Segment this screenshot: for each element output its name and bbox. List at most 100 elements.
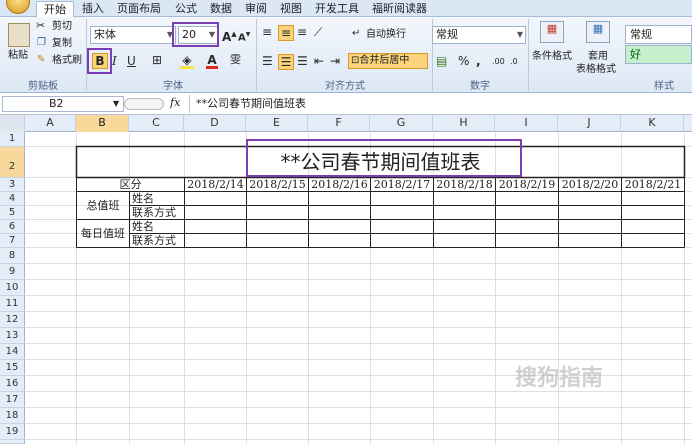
row-header-5[interactable]: 5 [0, 206, 25, 220]
office-button[interactable] [6, 0, 30, 14]
tab-data[interactable]: 数据 [210, 1, 232, 17]
tab-formulas[interactable]: 公式 [175, 1, 197, 17]
underline-button[interactable]: U [127, 54, 136, 68]
orientation-icon[interactable]: ⟋ [314, 25, 322, 39]
decrease-decimal-icon[interactable]: .0 [510, 55, 518, 69]
align-top-icon[interactable]: ≡ [262, 25, 272, 39]
column-header-e[interactable]: E [246, 115, 308, 132]
date-cell[interactable]: 2018/2/19 [496, 178, 558, 191]
tab-insert[interactable]: 插入 [82, 1, 104, 17]
name-label-cell[interactable]: 姓名 [132, 220, 184, 233]
column-header-i[interactable]: I [495, 115, 558, 132]
merge-center-button[interactable]: ⊡合并后居中 [348, 53, 428, 69]
column-header-h[interactable]: H [433, 115, 495, 132]
tab-view[interactable]: 视图 [280, 1, 302, 17]
contact-label-cell[interactable]: 联系方式 [132, 206, 184, 219]
row-header-9[interactable]: 9 [0, 264, 25, 280]
row-header-3[interactable]: 3 [0, 178, 25, 192]
row-header-10[interactable]: 10 [0, 280, 25, 296]
style-normal[interactable]: 常规 [625, 25, 692, 44]
format-painter-button[interactable]: 格式刷 [52, 55, 82, 67]
align-bottom-icon[interactable]: ≡ [297, 25, 307, 39]
date-cell[interactable]: 2018/2/18 [434, 178, 495, 191]
wrap-text-button[interactable]: 自动换行 [366, 29, 406, 41]
row-header-7[interactable]: 7 [0, 234, 25, 248]
comma-button[interactable]: , [476, 54, 481, 68]
increase-decimal-icon[interactable]: .00 [492, 55, 505, 69]
style-good[interactable]: 好 [625, 45, 692, 64]
group-label-cell[interactable]: 每日值班 [77, 220, 129, 248]
column-header-k[interactable]: K [621, 115, 684, 132]
copy-button[interactable]: 复制 [52, 38, 72, 50]
name-label-cell[interactable]: 姓名 [132, 192, 184, 205]
increase-indent-icon[interactable]: ⇥ [330, 54, 340, 68]
font-color-button[interactable]: A [206, 53, 218, 69]
align-center-icon[interactable]: ☰ [278, 54, 294, 70]
row-header-20[interactable]: 20 [0, 440, 25, 444]
row-header-15[interactable]: 15 [0, 360, 25, 376]
tab-home[interactable]: 开始 [36, 1, 74, 17]
column-header-b[interactable]: B [76, 115, 129, 132]
formula-bar: B2 ▼ fx **公司春节期间值班表 [0, 93, 692, 115]
column-header-f[interactable]: F [308, 115, 370, 132]
select-all-corner[interactable] [0, 115, 25, 132]
fx-icon[interactable]: fx [170, 96, 180, 109]
font-name-select[interactable]: 宋体 ▼ [90, 26, 176, 44]
row-header-19[interactable]: 19 [0, 424, 25, 440]
date-cell[interactable]: 2018/2/21 [622, 178, 684, 191]
column-header-c[interactable]: C [129, 115, 184, 132]
tab-foxit-reader[interactable]: 福昕阅读器 [372, 1, 427, 17]
paste-icon[interactable] [8, 23, 30, 47]
paste-button[interactable]: 粘贴 [8, 50, 28, 62]
date-cell[interactable]: 2018/2/17 [371, 178, 433, 191]
align-middle-icon[interactable]: ≡ [278, 25, 294, 41]
shrink-font-button[interactable]: A▼ [238, 28, 250, 45]
row-header-8[interactable]: 8 [0, 248, 25, 264]
currency-icon[interactable]: ▤ [436, 54, 447, 68]
tab-review[interactable]: 审阅 [245, 1, 267, 17]
date-cell[interactable]: 2018/2/14 [185, 178, 246, 191]
row-header-17[interactable]: 17 [0, 392, 25, 408]
contact-label-cell[interactable]: 联系方式 [132, 234, 184, 247]
row-header-14[interactable]: 14 [0, 344, 25, 360]
column-header-j[interactable]: J [558, 115, 621, 132]
borders-icon[interactable]: ⊞ [152, 53, 162, 67]
column-header-a[interactable]: A [25, 115, 76, 132]
row-header-16[interactable]: 16 [0, 376, 25, 392]
row-header-18[interactable]: 18 [0, 408, 25, 424]
column-header-d[interactable]: D [184, 115, 246, 132]
tab-developer[interactable]: 开发工具 [315, 1, 359, 17]
number-format-select[interactable]: 常规 ▼ [432, 26, 526, 44]
tab-page-layout[interactable]: 页面布局 [117, 1, 161, 17]
row-header-13[interactable]: 13 [0, 328, 25, 344]
date-cell[interactable]: 2018/2/15 [247, 178, 308, 191]
formula-input[interactable]: **公司春节期间值班表 [189, 95, 692, 113]
italic-button[interactable]: I [112, 54, 117, 68]
formula-bar-resize[interactable] [124, 98, 164, 110]
row-header-12[interactable]: 12 [0, 312, 25, 328]
row-header-1[interactable]: 1 [0, 132, 25, 147]
row-header-4[interactable]: 4 [0, 192, 25, 206]
align-right-icon[interactable]: ☰ [297, 54, 308, 68]
table-format-button-line2[interactable]: 表格格式 [576, 64, 616, 76]
row-header-6[interactable]: 6 [0, 220, 25, 234]
percent-button[interactable]: % [458, 54, 469, 68]
row-header-11[interactable]: 11 [0, 296, 25, 312]
category-header-cell[interactable]: 区分 [77, 178, 184, 192]
date-cell[interactable]: 2018/2/16 [309, 178, 370, 191]
column-header-g[interactable]: G [370, 115, 433, 132]
grow-font-button[interactable]: A▲ [222, 27, 237, 44]
fill-color-icon[interactable]: ◈ [180, 53, 194, 69]
date-cell[interactable]: 2018/2/20 [559, 178, 621, 191]
conditional-format-button[interactable]: 条件格式 [532, 51, 572, 63]
table-format-button-line1[interactable]: 套用 [588, 51, 608, 63]
phonetic-icon[interactable]: 雯 [230, 53, 241, 67]
name-box[interactable]: B2 ▼ [2, 96, 124, 112]
row-header-2[interactable]: 2 [0, 147, 25, 178]
align-left-icon[interactable]: ☰ [262, 54, 273, 68]
watermark: 搜狗指南 [515, 366, 604, 391]
cut-button[interactable]: 剪切 [52, 21, 72, 33]
decrease-indent-icon[interactable]: ⇤ [314, 54, 324, 68]
group-separator [528, 19, 529, 91]
group-label-cell[interactable]: 总值班 [77, 192, 129, 220]
